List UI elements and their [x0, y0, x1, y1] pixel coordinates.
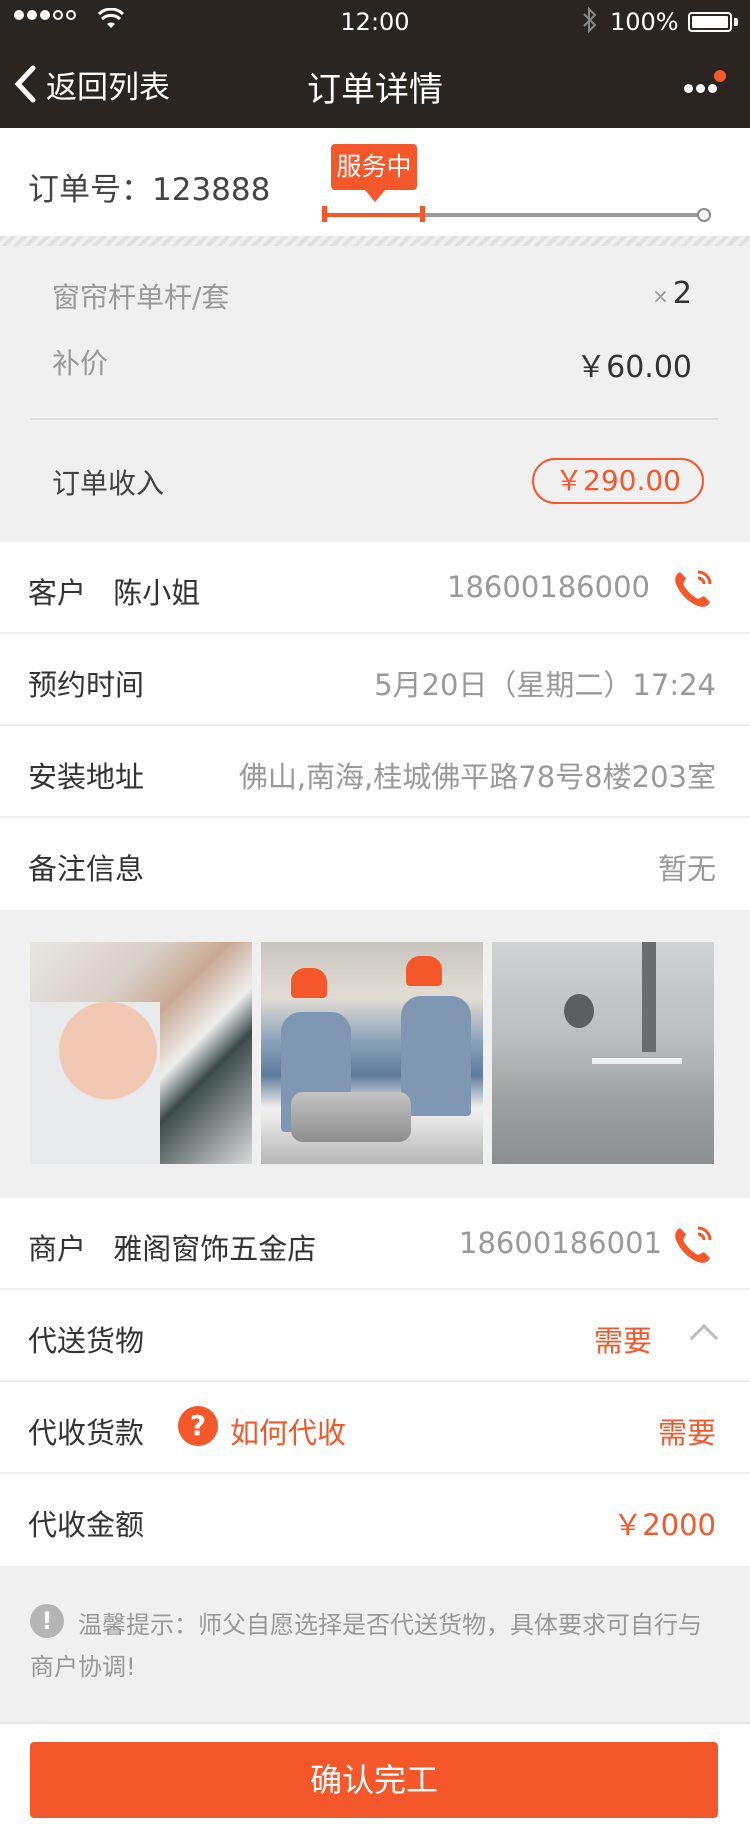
photo-thumbnail[interactable] [30, 942, 252, 1164]
collection-amount-value: ￥2000 [613, 1508, 716, 1542]
customer-row: 客户 陈小姐 18600186000 [0, 542, 750, 634]
item-name: 窗帘杆单杆/套 [52, 281, 230, 314]
merchant-row: 商户 雅阁窗饰五金店 18600186001 [0, 1198, 750, 1290]
battery-icon [688, 12, 732, 32]
appointment-label: 预约时间 [28, 668, 145, 702]
merchant-name: 雅阁窗饰五金店 [113, 1232, 317, 1266]
more-icon [684, 84, 693, 93]
progress-end-dot [697, 208, 711, 222]
merchant-label: 商户 [28, 1232, 87, 1266]
progress-start-tick [322, 206, 327, 222]
collection-amount-row: 代收金额 ￥2000 [0, 1474, 750, 1566]
items-divider [30, 418, 718, 420]
progress-track [324, 213, 704, 217]
address-value: 佛山,南海,桂城佛平路78号8楼203室 [238, 760, 716, 794]
item-row: 补价 ￥60.00 [52, 342, 692, 385]
address-row: 安装地址 佛山,南海,桂城佛平路78号8楼203室 [0, 726, 750, 818]
item-qty: 2 [672, 276, 692, 311]
how-to-collect-link[interactable]: 如何代收 [230, 1410, 346, 1452]
help-icon[interactable]: ? [178, 1406, 218, 1446]
qty-prefix: × [652, 284, 669, 308]
photo-thumbnail[interactable] [492, 942, 714, 1164]
status-bar: 12:00 100% [0, 0, 750, 42]
notification-dot [714, 70, 726, 82]
address-label: 安装地址 [28, 760, 145, 794]
appointment-row: 预约时间 5月20日（星期二）17:24 [0, 634, 750, 726]
photo-thumbnail[interactable] [261, 942, 483, 1164]
item-amount: ￥60.00 [576, 350, 692, 385]
appointment-value: 5月20日（星期二）17:24 [374, 668, 716, 702]
customer-label: 客户 [28, 576, 87, 610]
income-amount: ￥290.00 [532, 458, 704, 504]
remarks-row: 备注信息 暂无 [0, 818, 750, 910]
remarks-label: 备注信息 [28, 852, 145, 886]
chevron-up-icon[interactable] [689, 1323, 719, 1353]
item-name: 补价 [52, 347, 109, 380]
collection-value: 需要 [657, 1416, 716, 1450]
progress-current-tick [420, 206, 425, 222]
order-header: 订单号：123888 服务中 [0, 128, 750, 236]
more-button[interactable] [680, 66, 730, 106]
status-badge: 服务中 [331, 144, 417, 202]
customer-name: 陈小姐 [113, 576, 201, 610]
phone-icon[interactable] [670, 1220, 718, 1268]
delivery-row[interactable]: 代送货物 需要 [0, 1290, 750, 1382]
delivery-value: 需要 [593, 1324, 652, 1358]
page-title: 订单详情 [307, 70, 443, 110]
order-items: 窗帘杆单杆/套 × 2 补价 ￥60.00 订单收入 ￥290.00 [0, 246, 750, 542]
item-row: 窗帘杆单杆/套 × 2 [52, 276, 692, 316]
photo-gallery [0, 910, 750, 1198]
collection-amount-label: 代收金额 [28, 1508, 145, 1542]
customer-phone[interactable]: 18600186000 [447, 570, 650, 604]
income-label: 订单收入 [52, 467, 165, 500]
phone-icon[interactable] [670, 564, 718, 612]
tip-panel: ! 温馨提示：师父自愿选择是否代送货物，具体要求可自行与商户协调! [0, 1568, 750, 1720]
collection-label: 代收货款 [28, 1416, 145, 1450]
collection-row: 代收货款 ? 如何代收 需要 [0, 1382, 750, 1474]
battery-percent: 100% [610, 8, 679, 36]
bottom-bar: 确认完工 [0, 1722, 750, 1832]
tip-text: 温馨提示：师父自愿选择是否代送货物，具体要求可自行与商户协调! [30, 1611, 702, 1681]
top-bar: 12:00 100% 返回列表 订单详情 [0, 0, 750, 128]
delivery-label: 代送货物 [28, 1324, 145, 1358]
bluetooth-icon [583, 7, 597, 33]
zigzag-divider [0, 236, 750, 246]
merchant-phone[interactable]: 18600186001 [459, 1226, 662, 1260]
remarks-value: 暂无 [657, 852, 716, 886]
confirm-complete-button[interactable]: 确认完工 [30, 1742, 718, 1818]
order-number: 订单号：123888 [28, 172, 271, 208]
